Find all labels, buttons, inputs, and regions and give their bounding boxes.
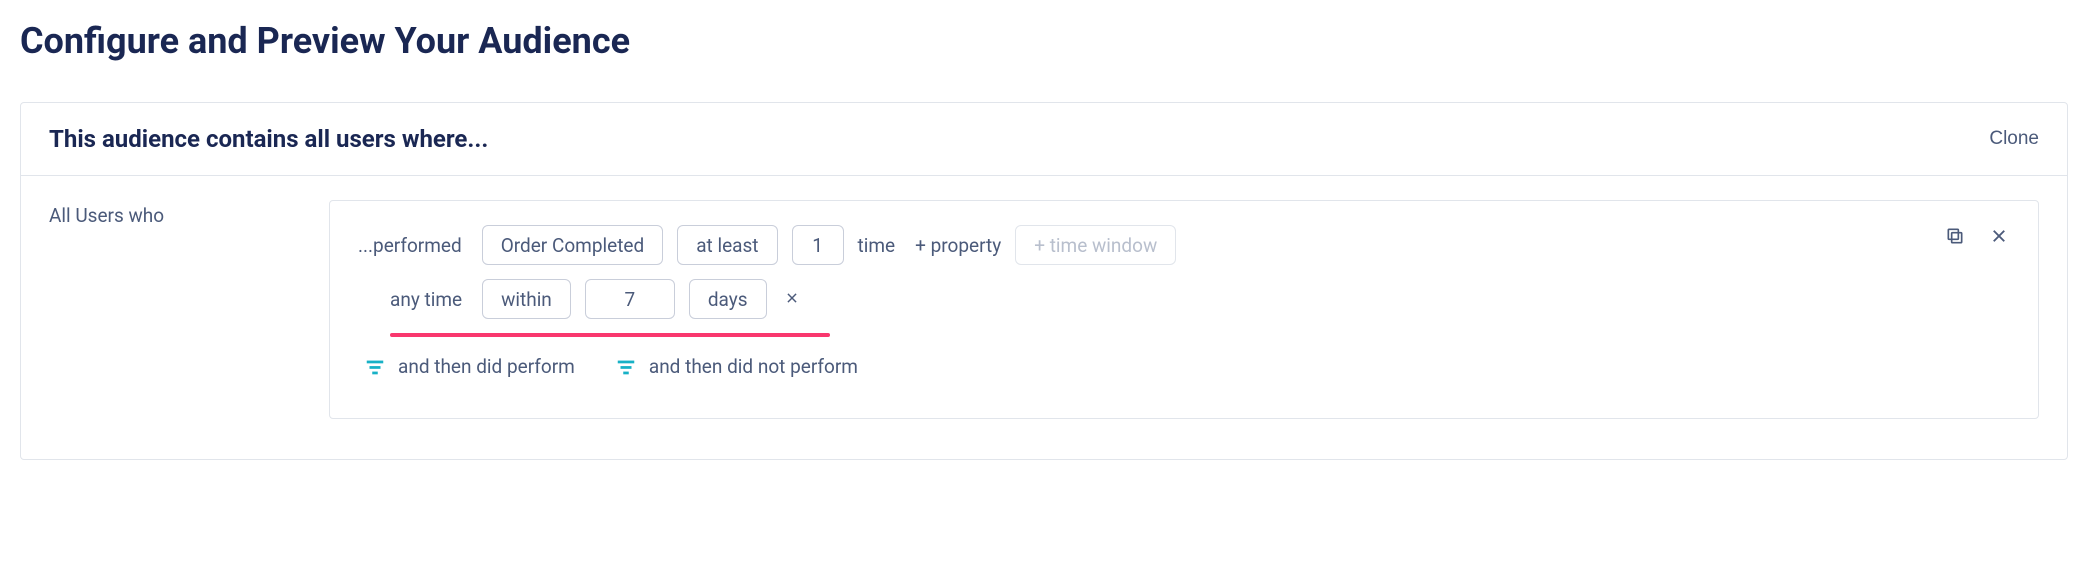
event-select[interactable]: Order Completed (482, 225, 664, 265)
audience-card: This audience contains all users where..… (20, 102, 2068, 460)
count-input[interactable]: 1 (792, 225, 844, 265)
funnel-icon (364, 356, 386, 378)
and-then-did-perform-button[interactable]: and then did perform (364, 355, 575, 378)
comparator-select[interactable]: at least (677, 225, 777, 265)
performed-label: ...performed (358, 234, 462, 257)
remove-time-window-icon[interactable] (781, 289, 803, 310)
time-window-row: any time within 7 days (358, 279, 2010, 319)
performed-row: ...performed Order Completed at least 1 … (358, 225, 2010, 265)
duplicate-icon[interactable] (1944, 225, 1966, 247)
funnel-did-perform-label: and then did perform (398, 355, 575, 378)
all-users-label: All Users who (49, 200, 329, 419)
within-select[interactable]: within (482, 279, 571, 319)
query-actions (1944, 225, 2010, 247)
and-then-did-not-perform-button[interactable]: and then did not perform (615, 355, 858, 378)
funnel-icon (615, 356, 637, 378)
time-value-input[interactable]: 7 (585, 279, 675, 319)
page-title: Configure and Preview Your Audience (20, 20, 2068, 62)
close-icon[interactable] (1988, 225, 2010, 247)
funnel-did-not-perform-label: and then did not perform (649, 355, 858, 378)
card-body: All Users who ...performed (21, 176, 2067, 459)
time-suffix-label: time (858, 234, 896, 257)
add-time-window-button[interactable]: + time window (1015, 225, 1176, 265)
card-header: This audience contains all users where..… (21, 103, 2067, 176)
highlight-underline (390, 333, 830, 337)
time-unit-select[interactable]: days (689, 279, 767, 319)
any-time-label: any time (390, 288, 462, 311)
funnel-row: and then did perform and then did not pe… (364, 355, 2010, 378)
add-property-button[interactable]: + property (915, 234, 1001, 257)
card-header-title: This audience contains all users where..… (49, 125, 488, 153)
query-box: ...performed Order Completed at least 1 … (329, 200, 2039, 419)
clone-button[interactable]: Clone (1989, 128, 2039, 150)
